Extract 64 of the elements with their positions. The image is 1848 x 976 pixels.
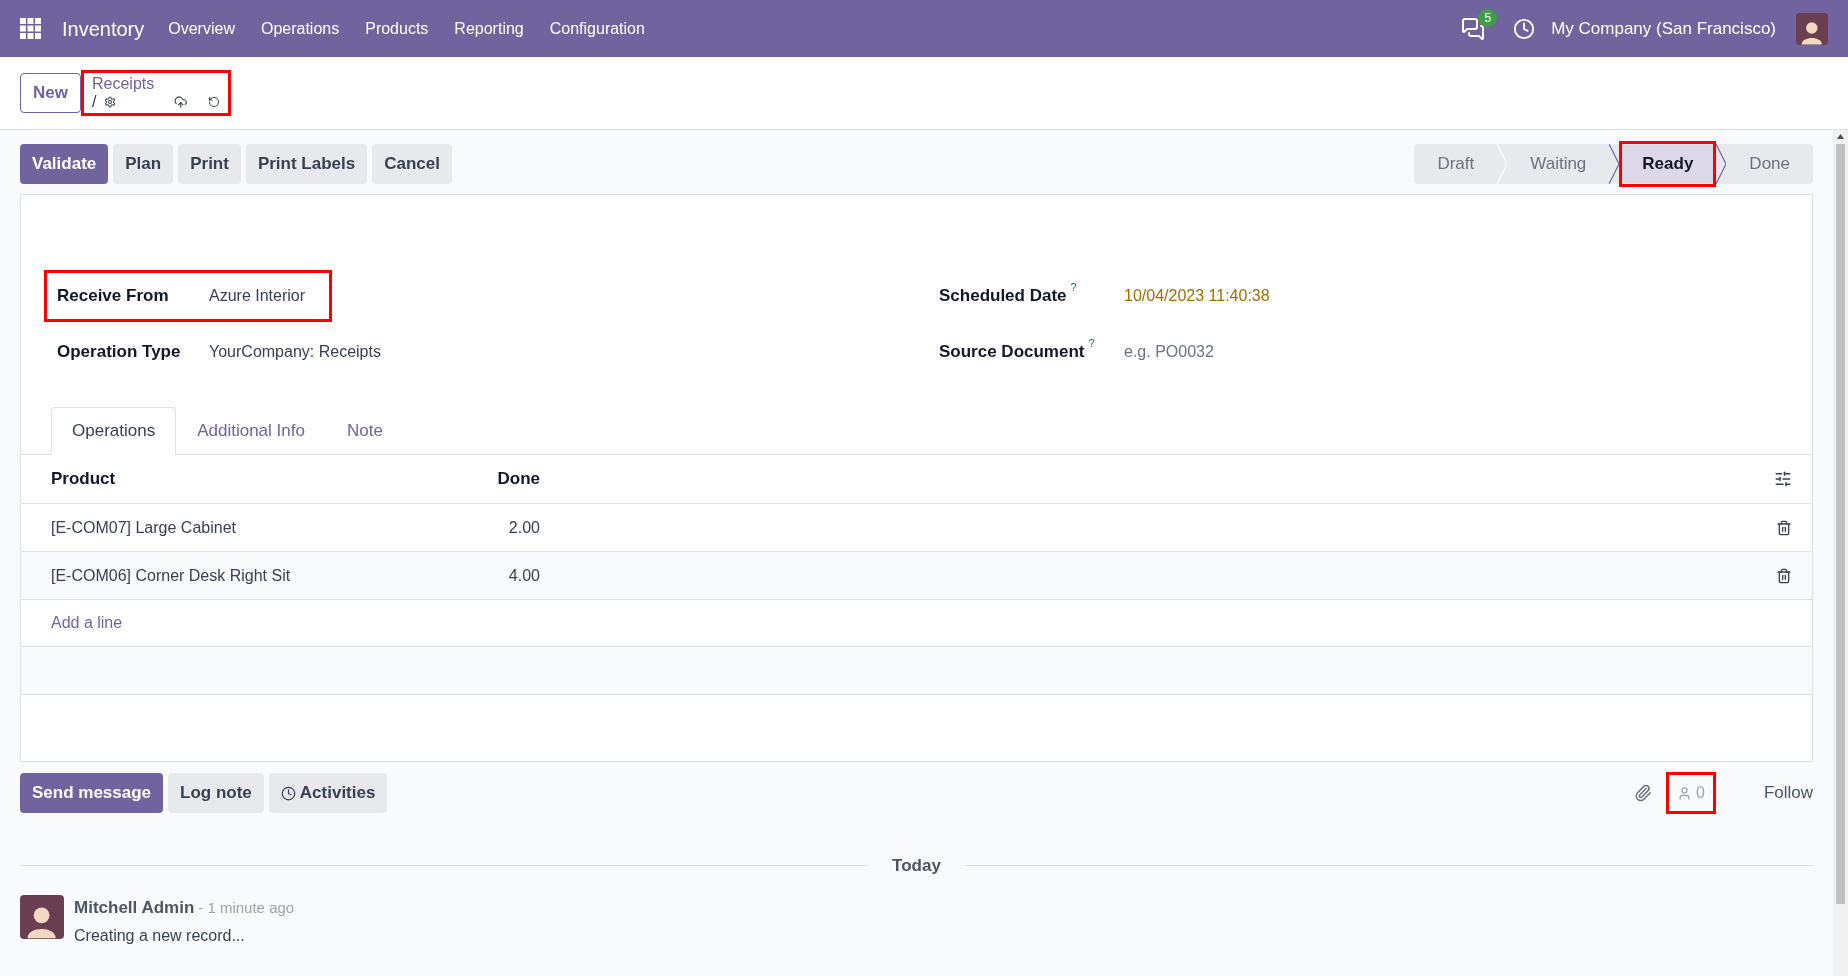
menu-link[interactable]: Overview [168, 16, 235, 41]
help-tooltip-mark[interactable]: ? [1070, 281, 1077, 294]
chatter-button[interactable]: Send message [20, 773, 164, 813]
status-stage[interactable]: Waiting [1510, 145, 1607, 183]
chevron-divider-icon [1716, 144, 1727, 184]
delete-icon[interactable] [1776, 519, 1792, 536]
add-line-link[interactable]: Add a line [51, 611, 123, 635]
action-button[interactable]: Cancel [372, 144, 452, 184]
menu-link[interactable]: Products [365, 16, 429, 41]
person-icon [1676, 785, 1692, 801]
delete-icon[interactable] [1776, 567, 1792, 584]
chatter-button[interactable]: Activities [268, 773, 388, 813]
follow-button[interactable]: Follow [1763, 780, 1813, 806]
action-button[interactable]: Validate [20, 144, 109, 184]
chatter-button[interactable]: Log note [168, 773, 264, 813]
date-separator: Today [891, 855, 942, 877]
field-value[interactable]: YourCompany: Receipts [209, 340, 381, 364]
menu-link[interactable]: Reporting [454, 16, 524, 41]
clock-icon [280, 785, 296, 801]
date-value[interactable]: 10/04/2023 11:40:38 [1124, 284, 1270, 308]
table-cell-text: [E-COM06] Corner Desk Right Sit [51, 565, 292, 586]
menu-link[interactable]: Operations [260, 16, 340, 41]
breadcrumb-link[interactable]: Receipts [91, 75, 220, 93]
column-header[interactable]: Product [51, 466, 491, 492]
chat-icon[interactable] [1461, 16, 1486, 41]
table-cell-text: 2.00 [507, 517, 540, 538]
breadcrumb-separator: / [91, 93, 97, 111]
apps-grid-icon[interactable] [20, 17, 42, 40]
field-label: Source Document [939, 341, 1085, 364]
status-stage[interactable]: Ready [1622, 145, 1714, 183]
status-stage[interactable]: Done [1729, 145, 1810, 183]
table-cell-text: [E-COM07] Large Cabinet [51, 517, 237, 538]
column-header[interactable]: Done [491, 466, 540, 492]
action-button[interactable]: Print Labels [245, 144, 368, 184]
status-stage[interactable]: Draft [1417, 145, 1495, 183]
form-tab[interactable]: Additional Info [176, 407, 326, 455]
clock-icon[interactable] [1513, 17, 1536, 40]
undo-icon[interactable] [207, 94, 220, 110]
chevron-divider-icon [1609, 144, 1620, 184]
action-button[interactable]: Print [178, 144, 241, 184]
cloud-upload-icon[interactable] [174, 93, 188, 111]
form-tab[interactable]: Note [325, 407, 404, 455]
message-body: Creating a new record... [74, 926, 246, 946]
menu-link[interactable]: Configuration [549, 16, 645, 41]
company-name[interactable]: My Company (San Francisco) [1551, 15, 1776, 42]
help-tooltip-mark[interactable]: ? [1088, 337, 1095, 350]
field-label: Scheduled Date [939, 285, 1067, 308]
text-input-field[interactable]: e.g. PO0032 [1124, 340, 1424, 364]
settings-icon[interactable] [104, 94, 117, 110]
field-value[interactable]: Azure Interior [209, 284, 306, 308]
app-name[interactable]: Inventory [62, 13, 145, 44]
message-author[interactable]: Mitchell Admin [74, 894, 195, 920]
action-button[interactable]: Plan [113, 144, 174, 184]
paperclip-icon[interactable] [1633, 784, 1652, 802]
new-button[interactable]: New [20, 73, 81, 113]
field-label: Receive From [57, 285, 170, 308]
notification-count: 5 [1478, 8, 1498, 27]
field-label: Operation Type [57, 341, 182, 364]
column-settings-icon[interactable] [1774, 470, 1792, 488]
form-tab[interactable]: Operations [51, 407, 177, 455]
table-row[interactable]: [E-COM06] Corner Desk Right Sit 4.00 [21, 552, 1812, 600]
scrollbar-drawing[interactable] [1833, 130, 1848, 976]
message-time: - 1 minute ago [198, 897, 295, 918]
table-cell-text: 4.00 [507, 565, 540, 586]
